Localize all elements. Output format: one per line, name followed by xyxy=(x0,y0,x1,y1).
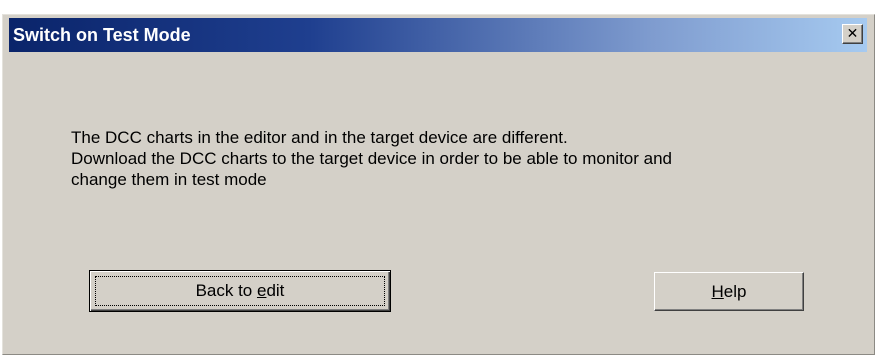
dialog-title: Switch on Test Mode xyxy=(13,25,191,45)
close-icon: ✕ xyxy=(846,26,859,42)
back-to-edit-label: Back to edit xyxy=(195,281,285,300)
close-button[interactable]: ✕ xyxy=(842,24,863,44)
back-to-edit-button[interactable]: Back to edit xyxy=(89,270,391,312)
message-text: The DCC charts in the editor and in the … xyxy=(71,127,672,190)
message-line: Download the DCC charts to the target de… xyxy=(71,149,673,168)
message-line: The DCC charts in the editor and in the … xyxy=(71,128,568,147)
message-line: change them in test mode xyxy=(71,170,267,189)
title-bar[interactable]: Switch on Test Mode ✕ xyxy=(9,18,867,52)
dialog-window: Switch on Test Mode ✕ The DCC charts in … xyxy=(2,14,875,355)
help-button[interactable]: Help xyxy=(654,272,804,311)
help-label: Help xyxy=(711,281,747,301)
